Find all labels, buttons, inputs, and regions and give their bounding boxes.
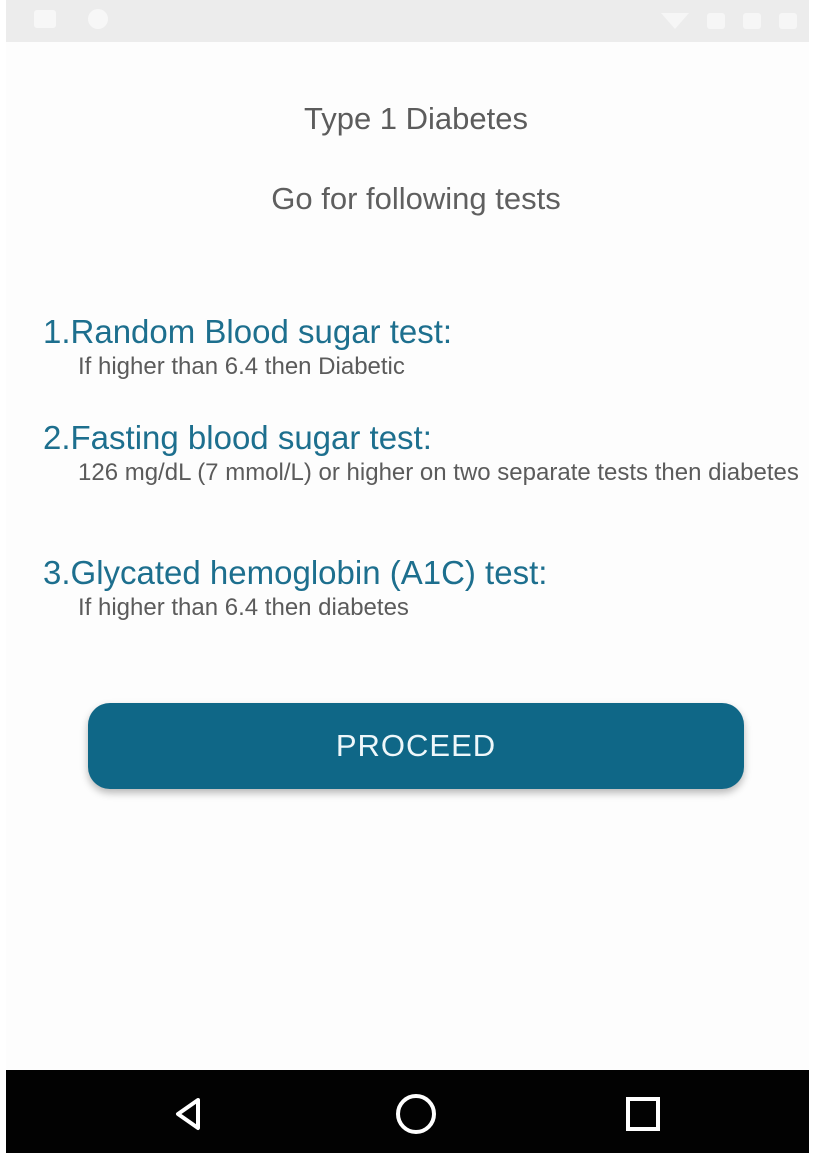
test-title: 1.Random Blood sugar test:	[43, 313, 453, 350]
notification-icon	[34, 10, 56, 28]
status-icons	[661, 0, 797, 42]
test-title: 3.Glycated hemoglobin (A1C) test:	[43, 554, 548, 591]
home-icon	[396, 1094, 436, 1134]
test-item-fasting-blood-sugar: 2.Fasting blood sugar test: 126 mg/dL (7…	[43, 418, 803, 488]
test-description: If higher than 6.4 then Diabetic	[78, 353, 405, 380]
recent-apps-icon	[626, 1097, 660, 1131]
android-navigation-bar	[6, 1070, 809, 1153]
page-title: Type 1 Diabetes	[303, 101, 529, 136]
test-description: 126 mg/dL (7 mmol/L) or higher on two se…	[78, 459, 799, 486]
notification-icon	[88, 9, 108, 29]
signal-icon	[743, 13, 761, 29]
app-screen: Type 1 Diabetes Go for following tests 1…	[0, 0, 815, 1153]
home-button[interactable]	[390, 1088, 442, 1140]
test-item-random-blood-sugar: 1.Random Blood sugar test: If higher tha…	[43, 312, 803, 382]
page-subtitle: Go for following tests	[271, 181, 561, 216]
battery-icon	[779, 13, 797, 29]
proceed-button[interactable]: PROCEED	[88, 703, 744, 789]
test-description: If higher than 6.4 then diabetes	[78, 594, 409, 621]
signal-icon	[707, 13, 725, 29]
back-icon	[176, 1098, 200, 1130]
main-content: Type 1 Diabetes Go for following tests 1…	[6, 42, 809, 1070]
test-title: 2.Fasting blood sugar test:	[43, 419, 432, 456]
test-item-glycated-hemoglobin: 3.Glycated hemoglobin (A1C) test: If hig…	[43, 553, 803, 623]
status-bar	[6, 0, 809, 42]
recent-apps-button[interactable]	[617, 1088, 669, 1140]
wifi-icon	[661, 13, 689, 29]
back-button[interactable]	[162, 1088, 214, 1140]
